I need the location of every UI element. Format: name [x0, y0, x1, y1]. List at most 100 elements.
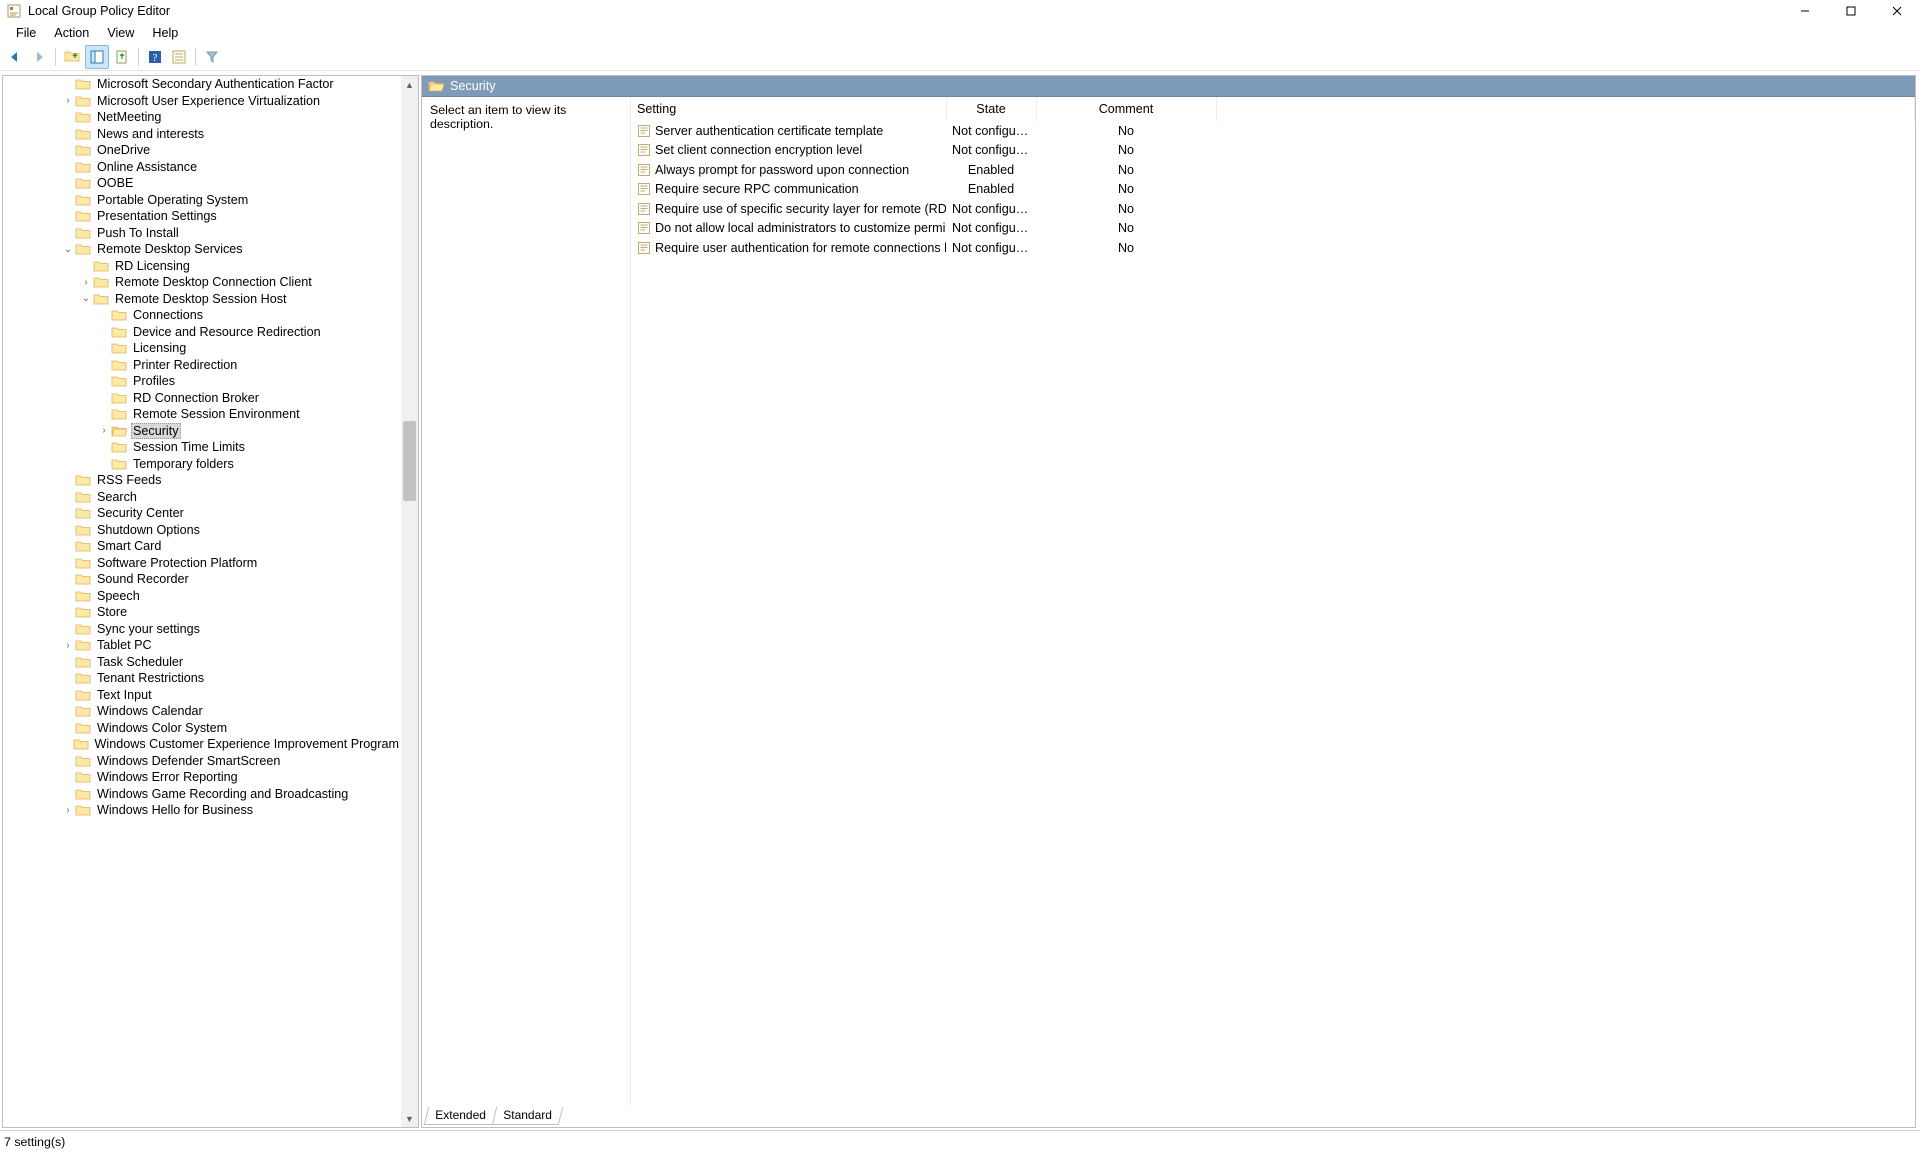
tree-item[interactable]: ›Windows Hello for Business — [3, 802, 401, 819]
tree-item[interactable]: ⌄Remote Desktop Services — [3, 241, 401, 258]
expander-icon[interactable]: › — [61, 640, 75, 651]
tree-item[interactable]: Sound Recorder — [3, 571, 401, 588]
tree-item[interactable]: RD Licensing — [3, 258, 401, 275]
tree-item-label: Windows Defender SmartScreen — [95, 754, 282, 768]
scroll-up-icon[interactable]: ▲ — [401, 76, 418, 93]
scroll-down-icon[interactable]: ▼ — [401, 1110, 418, 1127]
tree-item-label: Device and Resource Redirection — [131, 325, 323, 339]
tree-item[interactable]: Windows Defender SmartScreen — [3, 753, 401, 770]
up-one-level-button[interactable] — [61, 46, 83, 68]
menu-help[interactable]: Help — [144, 24, 186, 42]
tree-item[interactable]: Speech — [3, 588, 401, 605]
tree-item[interactable]: RD Connection Broker — [3, 390, 401, 407]
expander-icon[interactable]: ⌄ — [79, 293, 93, 304]
tree-item[interactable]: News and interests — [3, 126, 401, 143]
tree-item[interactable]: Printer Redirection — [3, 357, 401, 374]
tree-item[interactable]: OneDrive — [3, 142, 401, 159]
tree-item[interactable]: Remote Session Environment — [3, 406, 401, 423]
tree-item[interactable]: Windows Customer Experience Improvement … — [3, 736, 401, 753]
tree-item[interactable]: Tenant Restrictions — [3, 670, 401, 687]
folder-icon — [111, 308, 127, 322]
export-list-button[interactable] — [111, 46, 133, 68]
tree-item[interactable]: Smart Card — [3, 538, 401, 555]
tab-extended[interactable]: Extended — [424, 1107, 497, 1125]
col-state[interactable]: State — [946, 97, 1036, 121]
setting-row[interactable]: Require secure RPC communicationEnabledN… — [631, 180, 1915, 200]
tree-item[interactable]: Text Input — [3, 687, 401, 704]
expander-icon[interactable]: › — [61, 805, 75, 816]
tree-item[interactable]: Search — [3, 489, 401, 506]
col-comment[interactable]: Comment — [1036, 97, 1216, 121]
tab-standard[interactable]: Standard — [491, 1107, 562, 1125]
tree-item-label: Printer Redirection — [131, 358, 239, 372]
tree-item[interactable]: Security Center — [3, 505, 401, 522]
tree-item[interactable]: RSS Feeds — [3, 472, 401, 489]
maximize-button[interactable] — [1828, 0, 1874, 22]
close-button[interactable] — [1874, 0, 1920, 22]
tree-item[interactable]: Device and Resource Redirection — [3, 324, 401, 341]
expander-icon[interactable]: ⌄ — [61, 244, 75, 255]
menu-action[interactable]: Action — [46, 24, 97, 42]
tree-item[interactable]: Push To Install — [3, 225, 401, 242]
tree-item-label: Remote Session Environment — [131, 407, 302, 421]
minimize-button[interactable] — [1782, 0, 1828, 22]
policy-icon — [637, 221, 651, 235]
tree-item[interactable]: Software Protection Platform — [3, 555, 401, 572]
setting-row[interactable]: Require user authentication for remote c… — [631, 238, 1915, 258]
settings-list: Setting State Comment Server authenticat… — [630, 97, 1915, 1106]
expander-icon[interactable]: › — [97, 425, 111, 436]
tree-item[interactable]: Microsoft Secondary Authentication Facto… — [3, 76, 401, 93]
policy-tree[interactable]: Microsoft Secondary Authentication Facto… — [3, 76, 401, 819]
tree-item-label: Remote Desktop Connection Client — [113, 275, 314, 289]
all-settings-button[interactable] — [168, 46, 190, 68]
tree-item[interactable]: Windows Game Recording and Broadcasting — [3, 786, 401, 803]
tree-item[interactable]: Windows Error Reporting — [3, 769, 401, 786]
filter-button[interactable] — [201, 46, 223, 68]
tree-item-label: Software Protection Platform — [95, 556, 259, 570]
forward-button[interactable] — [28, 46, 50, 68]
menu-file[interactable]: File — [8, 24, 44, 42]
tree-item[interactable]: ›Security — [3, 423, 401, 440]
expander-icon[interactable]: › — [61, 95, 75, 106]
tree-item[interactable]: Online Assistance — [3, 159, 401, 176]
show-hide-tree-button[interactable] — [85, 45, 109, 69]
expander-icon[interactable]: › — [79, 277, 93, 288]
setting-row[interactable]: Always prompt for password upon connecti… — [631, 160, 1915, 180]
folder-icon — [111, 358, 127, 372]
tree-item[interactable]: ›Microsoft User Experience Virtualizatio… — [3, 93, 401, 110]
tree-item[interactable]: Portable Operating System — [3, 192, 401, 209]
setting-row[interactable]: Server authentication certificate templa… — [631, 121, 1915, 141]
tree-item[interactable]: Windows Color System — [3, 720, 401, 737]
tree-item[interactable]: Presentation Settings — [3, 208, 401, 225]
tree-item[interactable]: Profiles — [3, 373, 401, 390]
tree-panel: Microsoft Secondary Authentication Facto… — [2, 75, 419, 1128]
setting-row[interactable]: Set client connection encryption levelNo… — [631, 141, 1915, 161]
scroll-thumb[interactable] — [403, 421, 416, 501]
folder-icon — [111, 457, 127, 471]
toolbar-separator — [55, 48, 56, 66]
tree-item[interactable]: Store — [3, 604, 401, 621]
col-setting[interactable]: Setting — [631, 97, 946, 121]
tree-item[interactable]: Shutdown Options — [3, 522, 401, 539]
help-button[interactable]: ? — [144, 46, 166, 68]
back-button[interactable] — [4, 46, 26, 68]
tree-item[interactable]: Temporary folders — [3, 456, 401, 473]
tree-item[interactable]: Task Scheduler — [3, 654, 401, 671]
tree-item[interactable]: Licensing — [3, 340, 401, 357]
tree-item[interactable]: Sync your settings — [3, 621, 401, 638]
tree-item[interactable]: ›Tablet PC — [3, 637, 401, 654]
tree-item[interactable]: › Remote Desktop Connection Client — [3, 274, 401, 291]
tree-item[interactable]: Connections — [3, 307, 401, 324]
tree-item[interactable]: Session Time Limits — [3, 439, 401, 456]
tree-item[interactable]: OOBE — [3, 175, 401, 192]
tree-item-label: Speech — [95, 589, 142, 603]
tree-item[interactable]: Windows Calendar — [3, 703, 401, 720]
setting-row[interactable]: Do not allow local administrators to cus… — [631, 219, 1915, 239]
tree-item[interactable]: NetMeeting — [3, 109, 401, 126]
tree-scrollbar[interactable]: ▲ ▼ — [401, 76, 418, 1127]
tree-item[interactable]: ⌄Remote Desktop Session Host — [3, 291, 401, 308]
tree-item-label: Microsoft Secondary Authentication Facto… — [95, 77, 336, 91]
menu-view[interactable]: View — [99, 24, 142, 42]
setting-row[interactable]: Require use of specific security layer f… — [631, 199, 1915, 219]
titlebar: Local Group Policy Editor — [0, 0, 1920, 22]
